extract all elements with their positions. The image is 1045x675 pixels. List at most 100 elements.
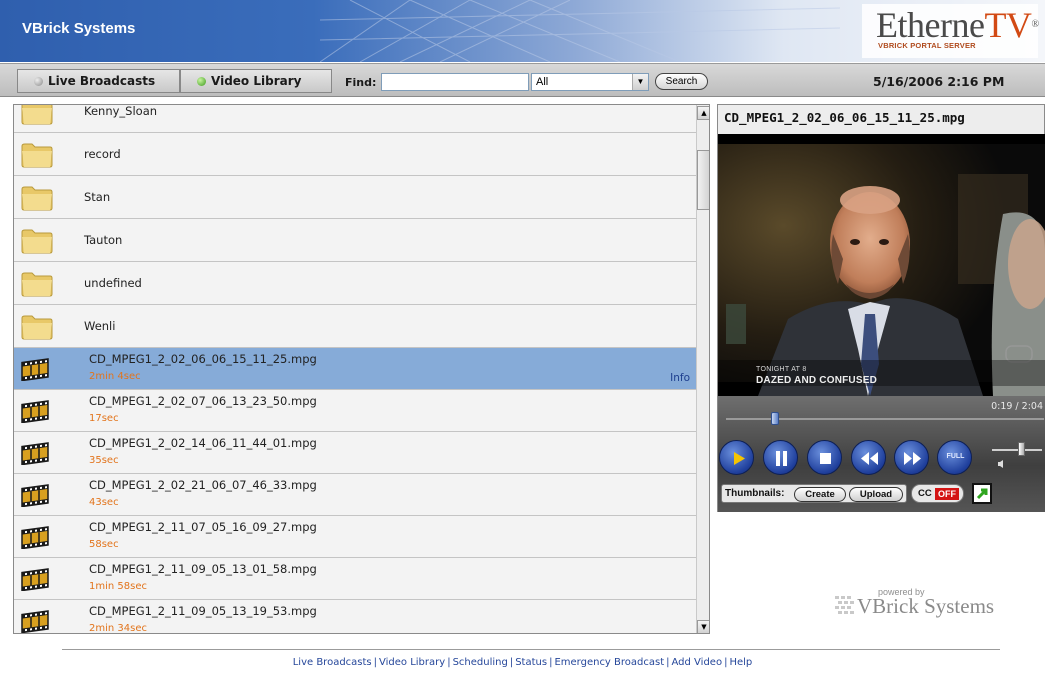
footer-link[interactable]: Live Broadcasts — [293, 657, 372, 668]
player-controls: 0:19 / 2:04 FULL Thumbnails: Create Uplo… — [718, 396, 1045, 512]
footer-link[interactable]: Status — [515, 657, 547, 668]
folder-row[interactable]: Kenny_Sloan — [14, 104, 696, 133]
popout-button[interactable] — [972, 483, 992, 504]
folder-name: Tauton — [84, 233, 123, 247]
find-input[interactable] — [381, 73, 529, 91]
tab-live-label: Live Broadcasts — [48, 74, 156, 88]
film-icon-wrap — [19, 439, 53, 469]
search-button[interactable]: Search — [655, 73, 708, 90]
file-row[interactable]: CD_MPEG1_2_02_14_06_11_44_01.mpg 35sec — [14, 432, 696, 474]
file-name: CD_MPEG1_2_11_07_05_16_09_27.mpg — [89, 520, 317, 534]
footer-separator: | — [447, 657, 451, 668]
closed-caption-toggle[interactable]: CC OFF — [911, 484, 964, 503]
scroll-up-icon[interactable]: ▲ — [697, 106, 709, 120]
dropdown-arrow-icon[interactable]: ▼ — [632, 74, 648, 90]
ethernetv-logo: EtherneTV® VBRICK PORTAL SERVER — [862, 4, 1039, 58]
file-row[interactable]: CD_MPEG1_2_11_09_05_13_19_53.mpg 2min 34s… — [14, 600, 696, 634]
folder-icon — [21, 105, 53, 125]
play-button[interactable] — [719, 440, 754, 475]
thumbnails-label: Thumbnails: — [725, 488, 785, 499]
file-duration: 58sec — [89, 539, 119, 550]
scroll-thumb[interactable] — [697, 150, 709, 210]
list-scrollbar[interactable]: ▲ ▼ — [696, 105, 709, 633]
scroll-down-icon[interactable]: ▼ — [697, 620, 709, 633]
footer-link[interactable]: Emergency Broadcast — [554, 657, 664, 668]
film-reel-icon — [21, 484, 49, 508]
info-link[interactable]: Info — [670, 372, 690, 384]
folder-row[interactable]: Wenli — [14, 305, 696, 348]
folder-row[interactable]: Stan — [14, 176, 696, 219]
film-icon-wrap — [19, 565, 53, 595]
cc-state-badge: OFF — [935, 488, 959, 500]
gray-dot-icon — [34, 76, 43, 86]
file-row[interactable]: CD_MPEG1_2_11_09_05_13_01_58.mpg 1min 58s… — [14, 558, 696, 600]
folder-icon — [21, 272, 53, 297]
file-row[interactable]: CD_MPEG1_2_02_21_06_07_46_33.mpg 43sec — [14, 474, 696, 516]
film-icon-wrap — [19, 397, 53, 427]
stop-icon — [820, 453, 831, 464]
tab-live-broadcasts[interactable]: Live Broadcasts — [17, 69, 180, 93]
film-reel-icon — [21, 610, 49, 633]
toolbar: Live Broadcasts Video Library Find: All … — [0, 63, 1045, 97]
fast-forward-button[interactable] — [894, 440, 929, 475]
tab-video-library[interactable]: Video Library — [180, 69, 332, 93]
logo-subtitle: VBRICK PORTAL SERVER — [878, 41, 976, 50]
folder-name: Wenli — [84, 319, 116, 333]
file-row[interactable]: CD_MPEG1_2_02_07_06_13_23_50.mpg 17sec — [14, 390, 696, 432]
film-icon-wrap — [19, 355, 53, 385]
folder-name: Kenny_Sloan — [84, 104, 158, 118]
file-name: CD_MPEG1_2_02_14_06_11_44_01.mpg — [89, 436, 317, 450]
green-dot-icon — [197, 76, 206, 86]
file-row[interactable]: CD_MPEG1_2_11_07_05_16_09_27.mpg 58sec — [14, 516, 696, 558]
list-rows: Kenny_Sloanrecord Stan Tauton undefined Wenl… — [14, 104, 696, 634]
thumbnails-group: Thumbnails: Create Upload — [721, 484, 907, 503]
video-frame[interactable]: TONIGHT AT 8 DAZED AND CONFUSED — [718, 134, 1045, 396]
file-name: CD_MPEG1_2_11_09_05_13_01_58.mpg — [89, 562, 317, 576]
scope-select[interactable]: All ▼ — [531, 73, 649, 91]
folder-row[interactable]: record — [14, 133, 696, 176]
create-thumbnail-button[interactable]: Create — [794, 487, 846, 502]
footer-link[interactable]: Help — [729, 657, 752, 668]
banner-grid-decoration — [320, 0, 840, 62]
time-readout: 0:19 / 2:04 — [991, 401, 1043, 412]
fullscreen-button[interactable]: FULL — [937, 440, 972, 475]
footer-links: Live Broadcasts | Video Library | Scheduling… — [0, 657, 1045, 668]
rewind-button[interactable] — [851, 440, 886, 475]
folder-row[interactable]: undefined — [14, 262, 696, 305]
file-duration: 43sec — [89, 497, 119, 508]
tab-video-label: Video Library — [211, 74, 302, 88]
file-duration: 17sec — [89, 413, 119, 424]
file-name: CD_MPEG1_2_11_09_05_13_19_53.mpg — [89, 604, 317, 618]
footer-link[interactable]: Add Video — [672, 657, 723, 668]
thumbnails-bar: Thumbnails: Create Upload CC OFF — [721, 483, 1043, 504]
speaker-icon[interactable] — [997, 459, 1007, 469]
current-datetime: 5/16/2006 2:16 PM — [873, 74, 1005, 89]
volume-track[interactable] — [992, 449, 1042, 451]
film-icon-wrap — [19, 523, 53, 553]
brand-title: VBrick Systems — [22, 20, 136, 37]
video-caption-line1: TONIGHT AT 8 — [756, 366, 807, 373]
powered-by-name: VBrick Systems — [857, 594, 995, 618]
video-library-list: Kenny_Sloanrecord Stan Tauton undefined Wenl… — [13, 104, 710, 634]
stop-button[interactable] — [807, 440, 842, 475]
upload-thumbnail-button[interactable]: Upload — [849, 487, 903, 502]
header-banner: VBrick Systems EtherneTV® VBRICK PORTAL … — [0, 0, 1045, 62]
footer-link[interactable]: Scheduling — [453, 657, 508, 668]
file-row-selected[interactable]: CD_MPEG1_2_02_06_06_15_11_25.mpg 2min 4se… — [14, 348, 696, 390]
footer-link[interactable]: Video Library — [379, 657, 445, 668]
file-duration: 2min 34sec — [89, 623, 147, 634]
folder-row[interactable]: Tauton — [14, 219, 696, 262]
pause-icon — [776, 451, 787, 466]
volume-handle[interactable] — [1018, 442, 1025, 456]
film-reel-icon — [21, 442, 49, 466]
folder-icon-wrap — [19, 270, 55, 302]
cc-label: CC — [918, 488, 932, 499]
seek-handle[interactable] — [770, 412, 779, 425]
pause-button[interactable] — [763, 440, 798, 475]
film-icon-wrap — [19, 481, 53, 511]
film-reel-icon — [21, 568, 49, 592]
folder-icon — [21, 186, 53, 211]
film-reel-icon — [21, 526, 49, 550]
folder-icon-wrap — [19, 227, 55, 259]
rewind-icon — [861, 452, 878, 465]
